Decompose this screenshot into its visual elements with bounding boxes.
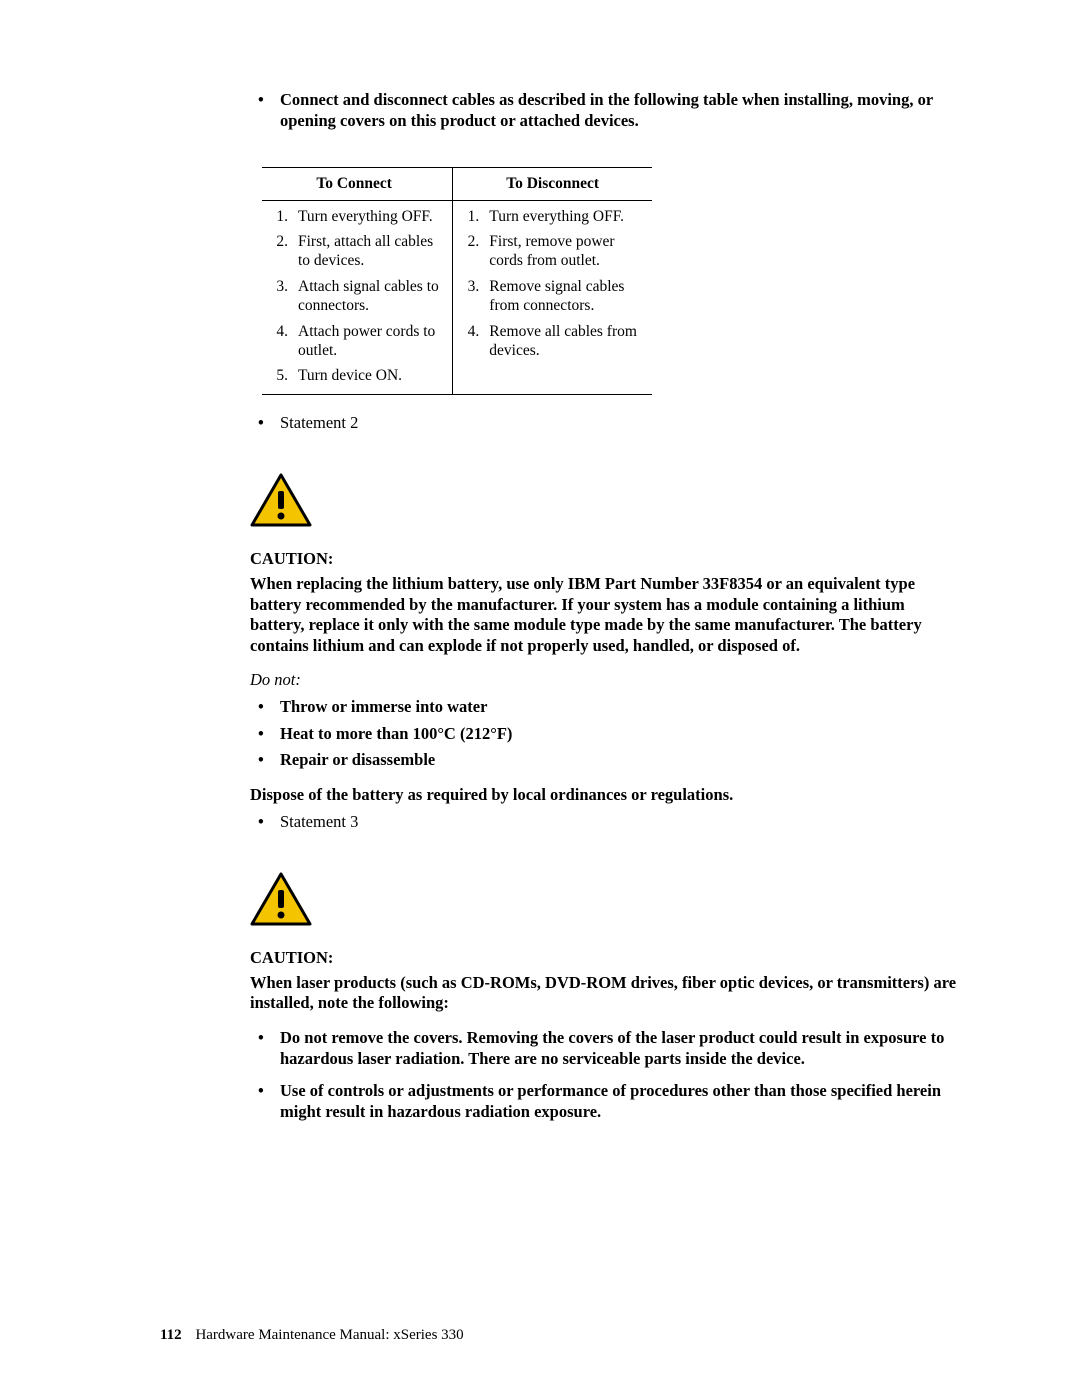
document-page: Connect and disconnect cables as describ… [0, 0, 1080, 1397]
dispose-text: Dispose of the battery as required by lo… [250, 785, 960, 806]
footer-title: Hardware Maintenance Manual: xSeries 330 [195, 1327, 463, 1343]
statement-3-label: Statement 3 [250, 812, 960, 833]
caution-heading: CAUTION: [250, 549, 960, 570]
caution-icon [250, 872, 960, 928]
caution-2-text: When replacing the lithium battery, use … [250, 574, 960, 657]
page-footer: 112 Hardware Maintenance Manual: xSeries… [160, 1326, 464, 1345]
do-not-label: Do not: [250, 670, 960, 691]
do-not-item: Repair or disassemble [250, 750, 960, 771]
statement-2-bullet: Statement 2 [250, 413, 960, 434]
do-not-list: Throw or immerse into water Heat to more… [250, 697, 960, 771]
table-row: 4. Attach power cords to outlet. 4. Remo… [262, 319, 652, 364]
table-row: 3. Attach signal cables to connectors. 3… [262, 274, 652, 319]
do-not-item: Heat to more than 100°C (212°F) [250, 724, 960, 745]
table-header-connect: To Connect [262, 168, 453, 200]
statement-2-label: Statement 2 [250, 413, 960, 434]
table-row: 5. Turn device ON. [262, 363, 652, 394]
caution-3-list: Do not remove the covers. Removing the c… [250, 1028, 960, 1123]
page-content: Connect and disconnect cables as describ… [250, 90, 960, 1123]
table-row: 2. First, attach all cables to devices. … [262, 229, 652, 274]
intro-bullet-list: Connect and disconnect cables as describ… [250, 90, 960, 131]
caution-3-item: Use of controls or adjustments or perfor… [250, 1081, 960, 1122]
caution-heading: CAUTION: [250, 948, 960, 969]
intro-bullet: Connect and disconnect cables as describ… [250, 90, 960, 131]
table-row: 1. Turn everything OFF. 1. Turn everythi… [262, 200, 652, 229]
table-header-disconnect: To Disconnect [453, 168, 652, 200]
page-number: 112 [160, 1327, 182, 1343]
caution-3-item: Do not remove the covers. Removing the c… [250, 1028, 960, 1069]
connect-disconnect-table: To Connect To Disconnect 1. Turn everyth… [262, 167, 652, 394]
statement-3-bullet: Statement 3 [250, 812, 960, 833]
caution-icon [250, 473, 960, 529]
caution-3-text: When laser products (such as CD-ROMs, DV… [250, 973, 960, 1014]
do-not-item: Throw or immerse into water [250, 697, 960, 718]
